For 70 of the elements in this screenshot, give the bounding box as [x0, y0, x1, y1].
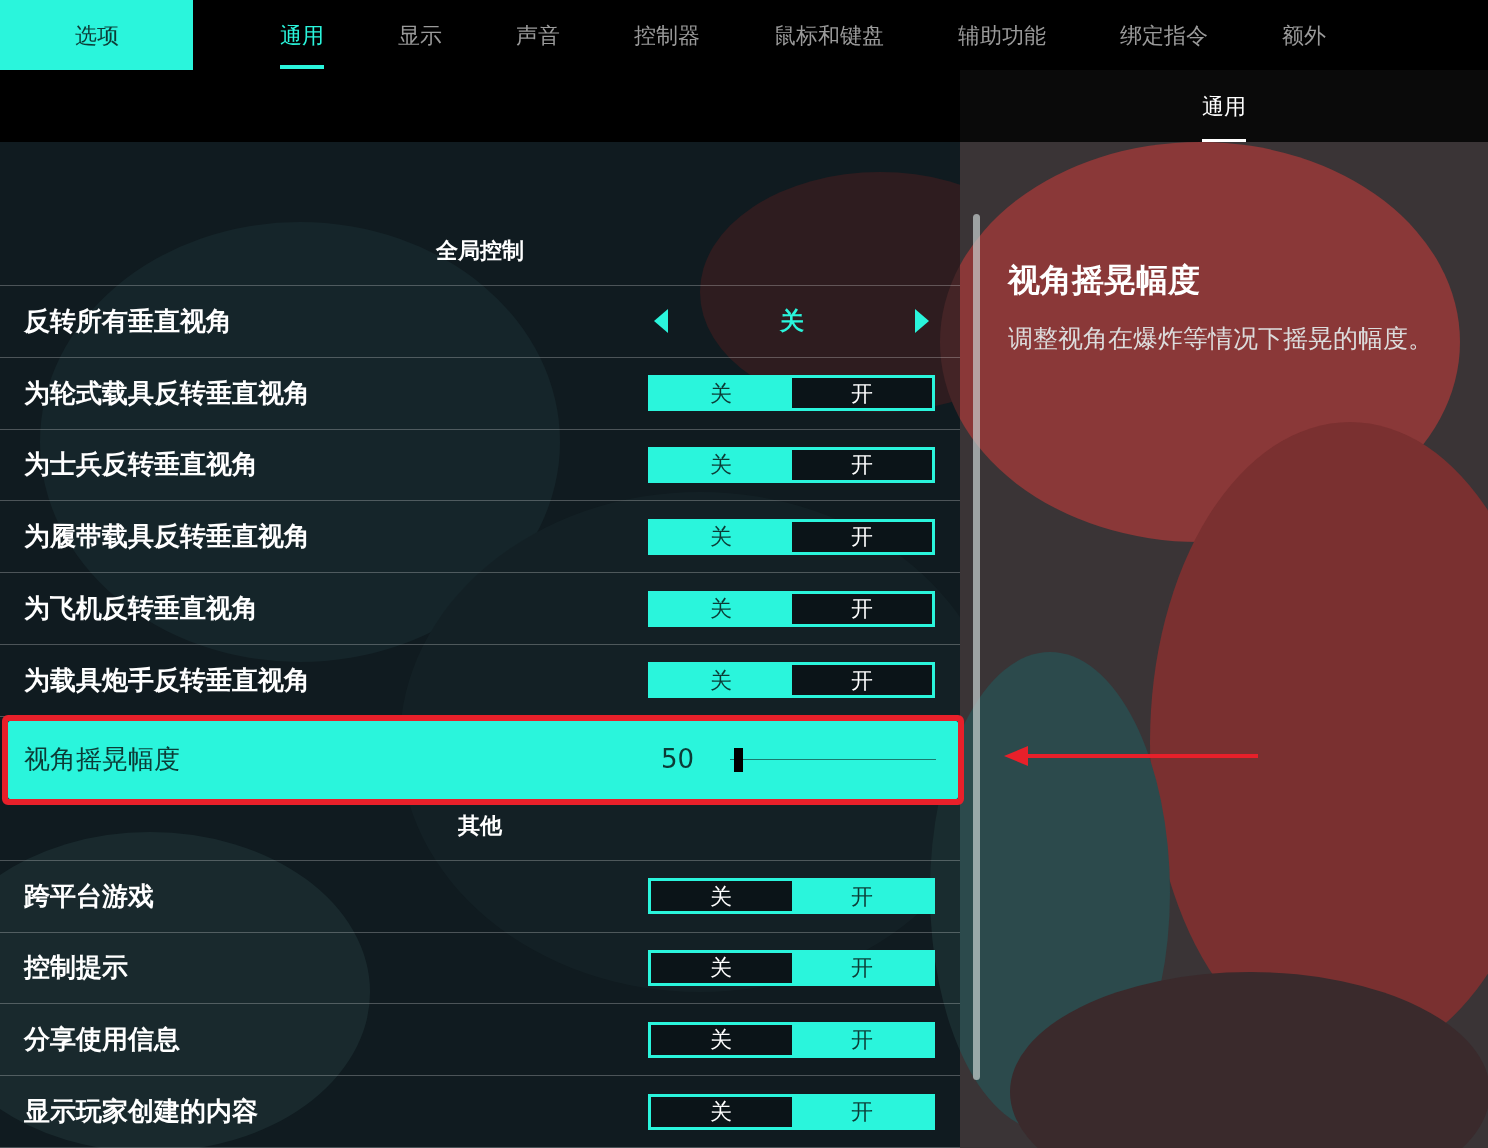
setting-label: 跨平台游戏: [24, 879, 155, 913]
toggle-switch[interactable]: 关 开: [648, 375, 935, 412]
toggle-option[interactable]: 关: [651, 1024, 792, 1055]
toggle-option[interactable]: 开: [791, 1024, 932, 1055]
toggle-switch[interactable]: 关 开: [648, 662, 935, 699]
toggle-option[interactable]: 关: [651, 449, 792, 480]
menu-tab[interactable]: 额外: [1282, 0, 1326, 70]
settings-row[interactable]: 控制提示 关 开: [0, 932, 960, 1005]
settings-row[interactable]: 显示玩家创建的内容 关 开: [0, 1076, 960, 1148]
toggle-option[interactable]: 开: [791, 378, 932, 409]
toggle-switch[interactable]: 关 开: [648, 518, 935, 555]
options-header: 选项: [0, 0, 193, 70]
setting-label: 为载具炮手反转垂直视角: [24, 663, 311, 697]
toggle-option[interactable]: 关: [651, 952, 792, 983]
settings-row[interactable]: 为士兵反转垂直视角 关 开: [0, 429, 960, 502]
toggle-option[interactable]: 开: [791, 593, 932, 624]
setting-label: 视角摇晃幅度: [24, 743, 181, 777]
slider-thumb[interactable]: [733, 747, 743, 772]
setting-label: 为轮式载具反转垂直视角: [24, 376, 311, 410]
setting-label: 为履带载具反转垂直视角: [24, 520, 311, 554]
menu-tab[interactable]: 声音: [516, 0, 560, 70]
toggle-switch[interactable]: 关 开: [648, 949, 935, 986]
toggle-switch[interactable]: 关 开: [648, 1021, 935, 1058]
setting-label: 为飞机反转垂直视角: [24, 592, 259, 626]
toggle-switch[interactable]: 关 开: [648, 446, 935, 483]
toggle-switch[interactable]: 关 开: [648, 590, 935, 627]
menu-tab[interactable]: 鼠标和键盘: [774, 0, 884, 70]
option-value: 关: [779, 306, 804, 338]
setting-label: 显示玩家创建的内容: [24, 1095, 259, 1129]
section-heading: 其他: [458, 811, 502, 840]
slider-track[interactable]: [730, 747, 936, 772]
toggle-option[interactable]: 关: [651, 881, 792, 912]
scrollbar[interactable]: [973, 214, 980, 1080]
toggle-option[interactable]: 开: [791, 1096, 932, 1127]
toggle-option[interactable]: 关: [651, 1096, 792, 1127]
settings-row[interactable]: 跨平台游戏 关 开: [0, 860, 960, 933]
section-heading: 全局控制: [436, 236, 524, 265]
settings-row[interactable]: 视角摇晃幅度 50: [8, 720, 958, 799]
menu-tab[interactable]: 通用: [280, 0, 324, 70]
slider-value: 50: [660, 743, 694, 777]
toggle-option[interactable]: 开: [791, 521, 932, 552]
detail-title: 视角摇晃幅度: [1008, 260, 1201, 301]
setting-label: 控制提示: [24, 951, 129, 985]
settings-row[interactable]: 为载具炮手反转垂直视角 关 开: [0, 644, 960, 717]
settings-row[interactable]: 分享使用信息 关 开: [0, 1004, 960, 1077]
right-arrow-icon[interactable]: [915, 309, 929, 334]
toggle-option[interactable]: 关: [651, 665, 792, 696]
toggle-option[interactable]: 关: [651, 593, 792, 624]
settings-row[interactable]: 为履带载具反转垂直视角 关 开: [0, 501, 960, 574]
toggle-option[interactable]: 关: [651, 521, 792, 552]
menu-tab[interactable]: 辅助功能: [958, 0, 1046, 70]
setting-label: 为士兵反转垂直视角: [24, 448, 259, 482]
menu-tab[interactable]: 绑定指令: [1120, 0, 1208, 70]
menu-tab[interactable]: 显示: [398, 0, 442, 70]
settings-row[interactable]: 反转所有垂直视角 关: [0, 285, 960, 358]
toggle-switch[interactable]: 关 开: [648, 1093, 935, 1130]
toggle-option[interactable]: 关: [651, 378, 792, 409]
settings-row[interactable]: 为飞机反转垂直视角 关 开: [0, 573, 960, 645]
setting-label: 反转所有垂直视角: [24, 304, 233, 338]
left-arrow-icon[interactable]: [654, 309, 668, 334]
toggle-option[interactable]: 开: [791, 665, 932, 696]
detail-description: 调整视角在爆炸等情况下摇晃的幅度。: [1008, 323, 1434, 355]
toggle-option[interactable]: 开: [791, 881, 932, 912]
settings-row[interactable]: 为轮式载具反转垂直视角 关 开: [0, 357, 960, 430]
menu-tab[interactable]: 控制器: [634, 0, 700, 70]
toggle-switch[interactable]: 关 开: [648, 878, 935, 915]
setting-label: 分享使用信息: [24, 1023, 181, 1057]
toggle-option[interactable]: 开: [791, 952, 932, 983]
sub-tab[interactable]: 通用: [1202, 70, 1246, 142]
toggle-option[interactable]: 开: [791, 449, 932, 480]
